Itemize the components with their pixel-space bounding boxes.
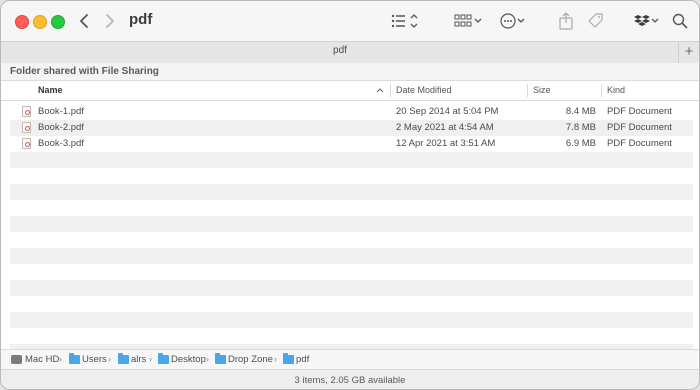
column-kind-header[interactable]: Kind <box>607 85 625 95</box>
empty-row <box>10 312 693 328</box>
status-text: 3 items, 2.05 GB available <box>294 375 406 386</box>
file-date: 2 May 2021 at 4:54 AM <box>396 122 494 133</box>
path-crumb-desktop[interactable]: Desktop <box>171 354 206 365</box>
back-chevron-icon[interactable] <box>75 10 95 32</box>
more-actions-icon[interactable] <box>498 10 528 32</box>
table-row[interactable]: Book-2.pdf 2 May 2021 at 4:54 AM 7.8 MB … <box>10 120 693 136</box>
table-row[interactable]: Book-3.pdf 12 Apr 2021 at 3:51 AM 6.9 MB… <box>10 136 693 152</box>
close-button[interactable] <box>15 15 29 29</box>
chevron-right-icon: › <box>149 354 152 364</box>
pdf-file-icon <box>22 122 31 133</box>
path-bar: Mac HD › Users › alrs › Desktop › Drop Z… <box>1 349 699 369</box>
chevron-right-icon: › <box>59 354 62 364</box>
file-name: Book-2.pdf <box>38 122 84 133</box>
chevron-right-icon: › <box>274 354 277 364</box>
folder-icon <box>215 353 226 364</box>
window-title: pdf <box>129 11 153 28</box>
zoom-button[interactable] <box>51 15 65 29</box>
forward-chevron-icon[interactable] <box>99 10 119 32</box>
empty-row <box>10 296 693 312</box>
column-header: Name Date Modified Size Kind <box>1 81 699 101</box>
path-crumb-mac-hd[interactable]: Mac HD <box>25 354 59 365</box>
file-name: Book-3.pdf <box>38 138 84 149</box>
tab-bar: pdf + <box>1 41 699 64</box>
column-divider[interactable] <box>601 84 602 97</box>
search-icon[interactable] <box>671 10 689 32</box>
file-size: 7.8 MB <box>565 122 596 133</box>
file-name: Book-1.pdf <box>38 106 84 117</box>
file-list: Book-1.pdf 20 Sep 2014 at 5:04 PM 8.4 MB… <box>10 104 693 360</box>
column-divider[interactable] <box>390 84 391 97</box>
tag-icon[interactable] <box>585 10 605 32</box>
shared-folder-banner: Folder shared with File Sharing <box>1 63 699 81</box>
empty-row <box>10 152 693 168</box>
new-tab-button[interactable]: + <box>678 42 699 63</box>
empty-row <box>10 232 693 248</box>
empty-row <box>10 264 693 280</box>
empty-row <box>10 328 693 344</box>
path-crumb-users[interactable]: Users <box>82 354 107 365</box>
file-kind: PDF Document <box>607 106 672 117</box>
dropbox-icon[interactable] <box>630 10 660 32</box>
chevron-right-icon: › <box>108 354 111 364</box>
share-icon[interactable] <box>557 10 575 32</box>
path-crumb-drop-zone[interactable]: Drop Zone <box>228 354 273 365</box>
shared-folder-label: Folder shared with File Sharing <box>10 66 159 77</box>
file-date: 20 Sep 2014 at 5:04 PM <box>396 106 499 117</box>
column-date-header[interactable]: Date Modified <box>396 85 452 95</box>
file-size: 8.4 MB <box>565 106 596 117</box>
status-bar: 3 items, 2.05 GB available <box>1 369 699 389</box>
path-crumb-pdf[interactable]: pdf <box>296 354 309 365</box>
pdf-file-icon <box>22 106 31 117</box>
empty-row <box>10 216 693 232</box>
hard-drive-icon <box>11 355 22 364</box>
file-date: 12 Apr 2021 at 3:51 AM <box>396 138 496 149</box>
list-view-icon[interactable] <box>389 10 421 32</box>
column-name-header[interactable]: Name <box>38 85 63 95</box>
sort-chevron-icon[interactable] <box>376 87 384 93</box>
path-crumb-alrs[interactable]: alrs <box>131 354 146 365</box>
tab-pdf[interactable]: pdf <box>1 45 679 56</box>
empty-row <box>10 200 693 216</box>
folder-icon <box>118 353 129 364</box>
column-divider[interactable] <box>527 84 528 97</box>
chevron-right-icon: › <box>206 354 209 364</box>
minimize-button[interactable] <box>33 15 47 29</box>
toolbar: pdf <box>1 1 699 41</box>
file-kind: PDF Document <box>607 122 672 133</box>
column-size-header[interactable]: Size <box>533 85 551 95</box>
table-row[interactable]: Book-1.pdf 20 Sep 2014 at 5:04 PM 8.4 MB… <box>10 104 693 120</box>
file-size: 6.9 MB <box>565 138 596 149</box>
finder-window: pdf pdf + Folder shared with File Sharin… <box>0 0 700 390</box>
empty-row <box>10 280 693 296</box>
empty-row <box>10 248 693 264</box>
file-kind: PDF Document <box>607 138 672 149</box>
folder-icon <box>283 353 294 364</box>
folder-icon <box>158 353 169 364</box>
gallery-view-icon[interactable] <box>453 10 485 32</box>
empty-row <box>10 184 693 200</box>
folder-icon <box>69 353 80 364</box>
pdf-file-icon <box>22 138 31 149</box>
empty-row <box>10 168 693 184</box>
